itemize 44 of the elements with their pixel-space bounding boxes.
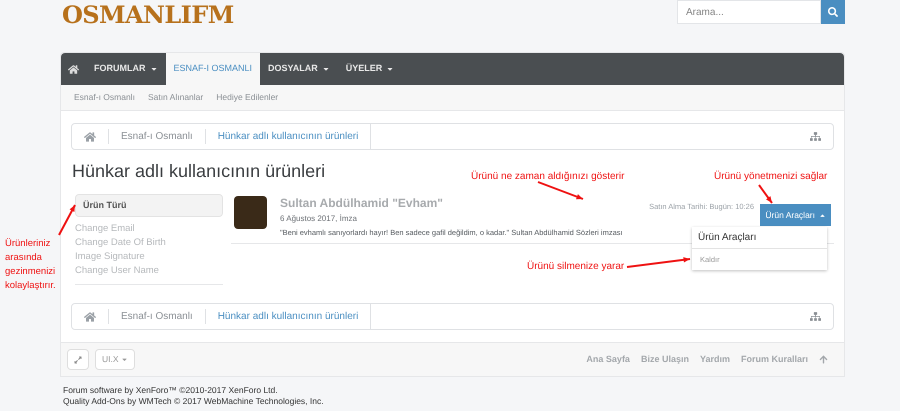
product-thumbnail <box>234 196 267 229</box>
annotation-text: Ürünü silmenize yarar <box>527 260 624 274</box>
sidebar-link[interactable]: Change Date Of Birth <box>75 236 223 250</box>
subnav-link[interactable]: Esnaf-ı Osmanlı <box>74 91 135 104</box>
search-button[interactable] <box>821 0 845 24</box>
page-title: Hünkar adlı kullanıcının ürünleri <box>72 160 326 182</box>
style-chooser[interactable]: UI.X <box>95 349 135 370</box>
footer-link[interactable]: Yardım <box>700 352 730 366</box>
annotation-text: Ürünü yönetmenizi sağlar <box>714 170 828 184</box>
sitemap-icon[interactable] <box>810 131 821 142</box>
subnav-link[interactable]: Hediye Edilenler <box>216 91 278 104</box>
product-meta: 6 Ağustos 2017, İmza <box>280 213 358 225</box>
menu-heading: Ürün Araçları <box>692 227 827 249</box>
annotation-text: Ürünleriniz arasında gezinmenizi kolaylaştırır. <box>5 237 57 293</box>
copyright-text: Quality Add-Ons by WMTech © 2017 WebMachine Technologies, Inc. <box>63 396 325 407</box>
subnav-link[interactable]: Satın Alınanlar <box>148 91 204 104</box>
sidebar-link[interactable]: Change Email <box>75 222 223 236</box>
search-icon <box>828 7 838 17</box>
nav-tab[interactable]: FORUMLAR <box>86 53 166 85</box>
breadcrumb-link[interactable]: Esnaf-ı Osmanlı <box>108 129 205 144</box>
breadcrumb-link[interactable]: Esnaf-ı Osmanlı <box>108 309 205 324</box>
footer-link[interactable]: Forum Kuralları <box>740 352 808 366</box>
search-field[interactable]: Arama... <box>677 0 821 24</box>
arrow-up-icon[interactable] <box>819 355 828 364</box>
caret-icon <box>120 356 128 363</box>
expand-icon <box>74 356 82 364</box>
nav-tab[interactable]: ÜYELER <box>338 53 402 85</box>
sitemap-icon[interactable] <box>810 311 821 322</box>
footer-link[interactable]: Ana Sayfa <box>586 352 630 366</box>
caret-icon <box>819 212 826 218</box>
product-title[interactable]: Sultan Abdülhamid "Evham" <box>280 194 443 212</box>
breadcrumb-link[interactable]: Hünkar adlı kullanıcının ürünleri <box>204 129 370 144</box>
annotation-text: Ürünü ne zaman aldığınızı gösterir <box>471 170 624 184</box>
nav-tab[interactable]: DOSYALAR <box>260 53 338 85</box>
site-logo[interactable]: OSMANLIFM <box>62 0 234 30</box>
sidebar-link[interactable]: Image Signature <box>75 250 223 264</box>
expand-button[interactable] <box>67 349 89 370</box>
sidebar-link[interactable]: Change User Name <box>75 264 223 278</box>
product-tools-button[interactable]: Ürün Araçları <box>760 204 831 226</box>
copyright-text: Forum software by XenForo™ ©2010-2017 XenForo Ltd. <box>63 385 279 396</box>
breadcrumb-link[interactable]: Hünkar adlı kullanıcının ürünleri <box>204 309 370 324</box>
nav-tab[interactable]: ESNAF-I OSMANLI <box>166 53 260 85</box>
footer-link[interactable]: Bize Ulaşın <box>640 352 689 366</box>
sidebar-heading: Ürün Türü <box>75 194 223 217</box>
